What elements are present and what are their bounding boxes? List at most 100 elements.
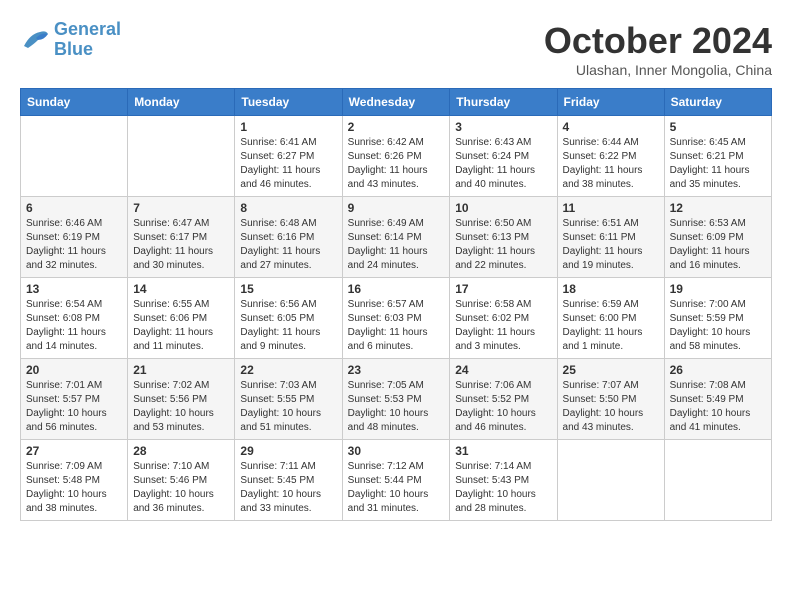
day-info: Sunrise: 7:02 AM Sunset: 5:56 PM Dayligh… [133, 379, 229, 435]
calendar-cell: 16Sunrise: 6:57 AM Sunset: 6:03 PM Dayli… [342, 278, 450, 359]
day-info: Sunrise: 7:12 AM Sunset: 5:44 PM Dayligh… [348, 460, 445, 516]
calendar-cell: 14 Sunrise: 6:55 AM Sunset: 6:06 PM Dayli… [128, 278, 235, 359]
day-number: 6 [26, 201, 122, 215]
day-number: 17 [455, 282, 551, 296]
calendar-cell: 17 Sunrise: 6:58 AM Sunset: 6:02 PM Dayli… [450, 278, 557, 359]
day-info: Sunrise: 7:01 AM Sunset: 5:57 PM Dayligh… [26, 379, 122, 435]
calendar-cell: 31 Sunrise: 7:14 AM Sunset: 5:43 PM Dayli… [450, 440, 557, 521]
day-info: Sunrise: 7:07 AM Sunset: 5:50 PM Dayligh… [563, 379, 659, 435]
day-info: Sunrise: 6:56 AM Sunset: 6:05 PM Dayligh… [240, 298, 336, 354]
day-number: 25 [563, 363, 659, 377]
day-info: Sunrise: 6:51 AM Sunset: 6:11 PM Dayligh… [563, 217, 659, 273]
calendar-cell: 24 Sunrise: 7:06 AM Sunset: 5:52 PM Dayli… [450, 359, 557, 440]
day-number: 26 [670, 363, 766, 377]
day-info: Sunrise: 7:08 AM Sunset: 5:49 PM Dayligh… [670, 379, 766, 435]
day-number: 31 [455, 444, 551, 458]
day-number: 15 [240, 282, 336, 296]
calendar-week-row: 13 Sunrise: 6:54 AM Sunset: 6:08 PM Dayli… [21, 278, 772, 359]
day-info: Sunrise: 6:44 AM Sunset: 6:22 PM Dayligh… [563, 136, 659, 192]
calendar-cell: 1 Sunrise: 6:41 AM Sunset: 6:27 PM Daylig… [235, 116, 342, 197]
day-info: Sunrise: 6:46 AM Sunset: 6:19 PM Dayligh… [26, 217, 122, 273]
day-of-week-header: Friday [557, 89, 664, 116]
calendar-cell: 15 Sunrise: 6:56 AM Sunset: 6:05 PM Dayli… [235, 278, 342, 359]
day-info: Sunrise: 7:00 AM Sunset: 5:59 PM Dayligh… [670, 298, 766, 354]
day-info: Sunrise: 6:49 AM Sunset: 6:14 PM Dayligh… [348, 217, 445, 273]
day-info: Sunrise: 6:48 AM Sunset: 6:16 PM Dayligh… [240, 217, 336, 273]
calendar-cell: 19Sunrise: 7:00 AM Sunset: 5:59 PM Dayli… [664, 278, 771, 359]
day-number: 29 [240, 444, 336, 458]
day-info: Sunrise: 6:54 AM Sunset: 6:08 PM Dayligh… [26, 298, 122, 354]
day-info: Sunrise: 7:03 AM Sunset: 5:55 PM Dayligh… [240, 379, 336, 435]
day-number: 8 [240, 201, 336, 215]
day-info: Sunrise: 6:47 AM Sunset: 6:17 PM Dayligh… [133, 217, 229, 273]
day-number: 27 [26, 444, 122, 458]
day-info: Sunrise: 6:58 AM Sunset: 6:02 PM Dayligh… [455, 298, 551, 354]
calendar-cell: 4 Sunrise: 6:44 AM Sunset: 6:22 PM Daylig… [557, 116, 664, 197]
day-info: Sunrise: 7:09 AM Sunset: 5:48 PM Dayligh… [26, 460, 122, 516]
day-of-week-header: Wednesday [342, 89, 450, 116]
calendar-cell: 25 Sunrise: 7:07 AM Sunset: 5:50 PM Dayli… [557, 359, 664, 440]
day-of-week-header: Monday [128, 89, 235, 116]
logo: General Blue [20, 20, 121, 60]
day-number: 22 [240, 363, 336, 377]
calendar-cell: 6 Sunrise: 6:46 AM Sunset: 6:19 PM Daylig… [21, 197, 128, 278]
day-info: Sunrise: 6:43 AM Sunset: 6:24 PM Dayligh… [455, 136, 551, 192]
day-info: Sunrise: 6:41 AM Sunset: 6:27 PM Dayligh… [240, 136, 336, 192]
day-number: 2 [348, 120, 445, 134]
calendar-cell: 28 Sunrise: 7:10 AM Sunset: 5:46 PM Dayli… [128, 440, 235, 521]
day-number: 20 [26, 363, 122, 377]
calendar-cell: 9 Sunrise: 6:49 AM Sunset: 6:14 PM Daylig… [342, 197, 450, 278]
calendar-week-row: 27 Sunrise: 7:09 AM Sunset: 5:48 PM Dayli… [21, 440, 772, 521]
day-number: 21 [133, 363, 229, 377]
calendar-cell: 26 Sunrise: 7:08 AM Sunset: 5:49 PM Dayli… [664, 359, 771, 440]
day-number: 3 [455, 120, 551, 134]
day-number: 30 [348, 444, 445, 458]
calendar-week-row: 1 Sunrise: 6:41 AM Sunset: 6:27 PM Daylig… [21, 116, 772, 197]
day-number: 13 [26, 282, 122, 296]
calendar-cell: 7 Sunrise: 6:47 AM Sunset: 6:17 PM Daylig… [128, 197, 235, 278]
calendar-week-row: 6 Sunrise: 6:46 AM Sunset: 6:19 PM Daylig… [21, 197, 772, 278]
day-number: 9 [348, 201, 445, 215]
day-number: 12 [670, 201, 766, 215]
calendar-cell: 18Sunrise: 6:59 AM Sunset: 6:00 PM Dayli… [557, 278, 664, 359]
calendar-cell: 22 Sunrise: 7:03 AM Sunset: 5:55 PM Dayli… [235, 359, 342, 440]
day-of-week-header: Saturday [664, 89, 771, 116]
day-info: Sunrise: 7:10 AM Sunset: 5:46 PM Dayligh… [133, 460, 229, 516]
calendar-header-row: SundayMondayTuesdayWednesdayThursdayFrid… [21, 89, 772, 116]
calendar-cell: 27 Sunrise: 7:09 AM Sunset: 5:48 PM Dayli… [21, 440, 128, 521]
calendar-cell: 5 Sunrise: 6:45 AM Sunset: 6:21 PM Daylig… [664, 116, 771, 197]
calendar-cell: 29Sunrise: 7:11 AM Sunset: 5:45 PM Dayli… [235, 440, 342, 521]
page-header: General Blue October 2024 Ulashan, Inner… [20, 20, 772, 78]
day-of-week-header: Tuesday [235, 89, 342, 116]
day-info: Sunrise: 6:42 AM Sunset: 6:26 PM Dayligh… [348, 136, 445, 192]
calendar-cell [664, 440, 771, 521]
day-info: Sunrise: 7:14 AM Sunset: 5:43 PM Dayligh… [455, 460, 551, 516]
day-number: 14 [133, 282, 229, 296]
day-number: 28 [133, 444, 229, 458]
calendar-cell: 20 Sunrise: 7:01 AM Sunset: 5:57 PM Dayli… [21, 359, 128, 440]
location: Ulashan, Inner Mongolia, China [544, 62, 772, 78]
day-info: Sunrise: 6:55 AM Sunset: 6:06 PM Dayligh… [133, 298, 229, 354]
day-number: 1 [240, 120, 336, 134]
day-of-week-header: Thursday [450, 89, 557, 116]
day-number: 11 [563, 201, 659, 215]
day-number: 5 [670, 120, 766, 134]
day-number: 10 [455, 201, 551, 215]
day-number: 24 [455, 363, 551, 377]
day-number: 4 [563, 120, 659, 134]
day-info: Sunrise: 7:06 AM Sunset: 5:52 PM Dayligh… [455, 379, 551, 435]
title-block: October 2024 Ulashan, Inner Mongolia, Ch… [544, 20, 772, 78]
day-number: 16 [348, 282, 445, 296]
day-info: Sunrise: 6:53 AM Sunset: 6:09 PM Dayligh… [670, 217, 766, 273]
calendar-cell: 8 Sunrise: 6:48 AM Sunset: 6:16 PM Daylig… [235, 197, 342, 278]
day-number: 23 [348, 363, 445, 377]
calendar-body: 1 Sunrise: 6:41 AM Sunset: 6:27 PM Daylig… [21, 116, 772, 521]
logo-text: General Blue [54, 20, 121, 60]
day-info: Sunrise: 6:45 AM Sunset: 6:21 PM Dayligh… [670, 136, 766, 192]
day-number: 18 [563, 282, 659, 296]
day-number: 7 [133, 201, 229, 215]
month-title: October 2024 [544, 20, 772, 62]
day-info: Sunrise: 7:05 AM Sunset: 5:53 PM Dayligh… [348, 379, 445, 435]
calendar-cell: 3 Sunrise: 6:43 AM Sunset: 6:24 PM Daylig… [450, 116, 557, 197]
calendar-cell: 12 Sunrise: 6:53 AM Sunset: 6:09 PM Dayli… [664, 197, 771, 278]
